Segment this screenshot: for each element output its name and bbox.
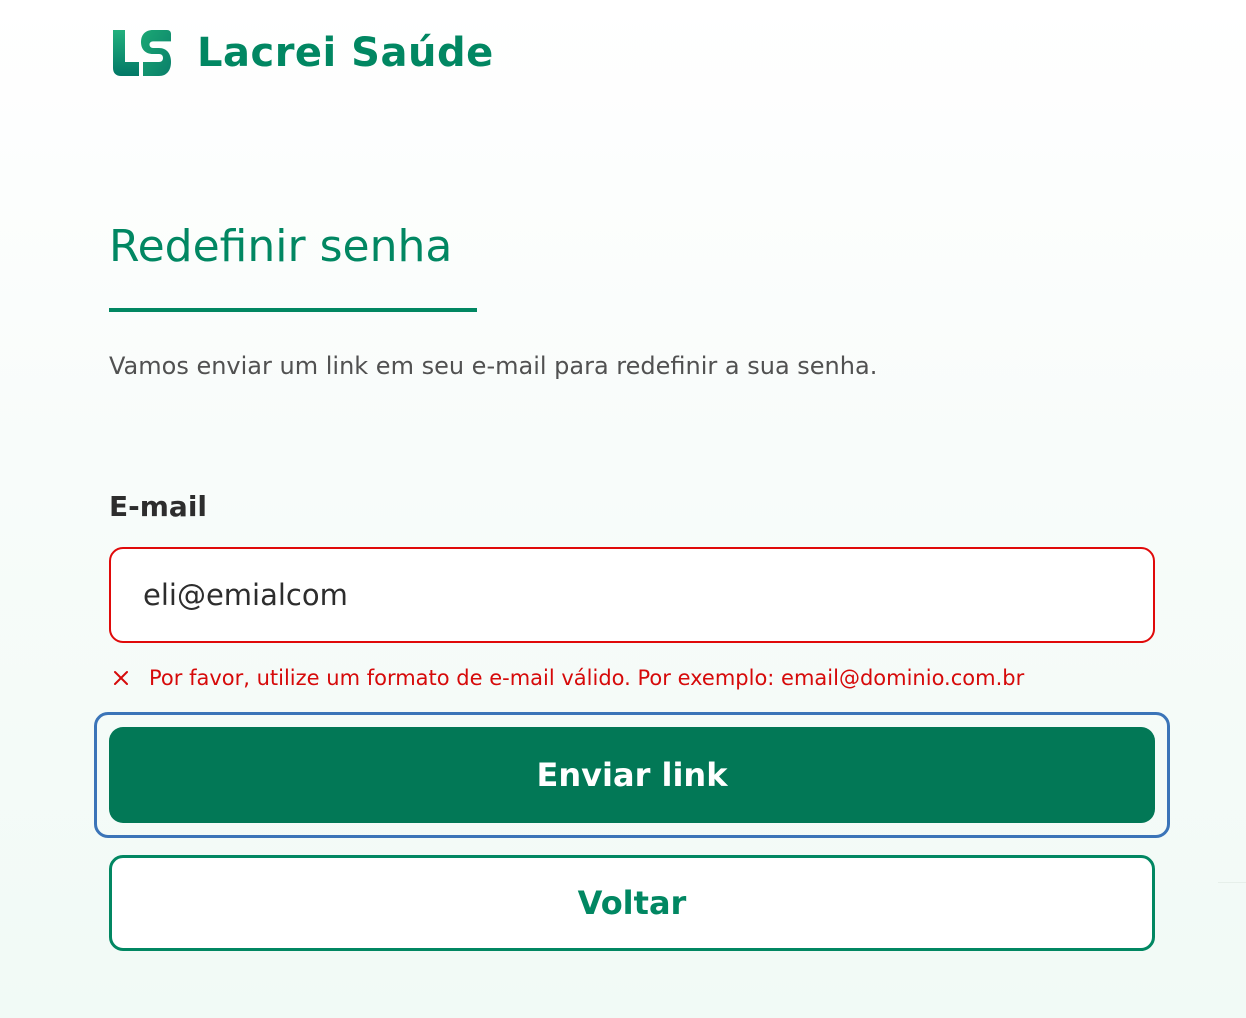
email-error-message: Por favor, utilize um formato de e-mail … [149, 666, 1025, 690]
close-x-icon [109, 666, 133, 690]
brand-name: Lacrei Saúde [197, 30, 494, 76]
email-label: E-mail [109, 490, 208, 523]
send-link-button[interactable]: Enviar link [109, 727, 1155, 823]
page-title: Redefinir senha [109, 221, 453, 272]
ls-monogram-icon [113, 30, 171, 76]
page-subtitle: Vamos enviar um link em seu e-mail para … [109, 352, 878, 380]
brand-logo[interactable]: Lacrei Saúde [109, 28, 494, 78]
email-field[interactable] [109, 547, 1155, 643]
edge-divider [1218, 882, 1246, 883]
email-error: Por favor, utilize um formato de e-mail … [109, 663, 1024, 693]
title-underline [109, 308, 477, 312]
back-button[interactable]: Voltar [109, 855, 1155, 951]
